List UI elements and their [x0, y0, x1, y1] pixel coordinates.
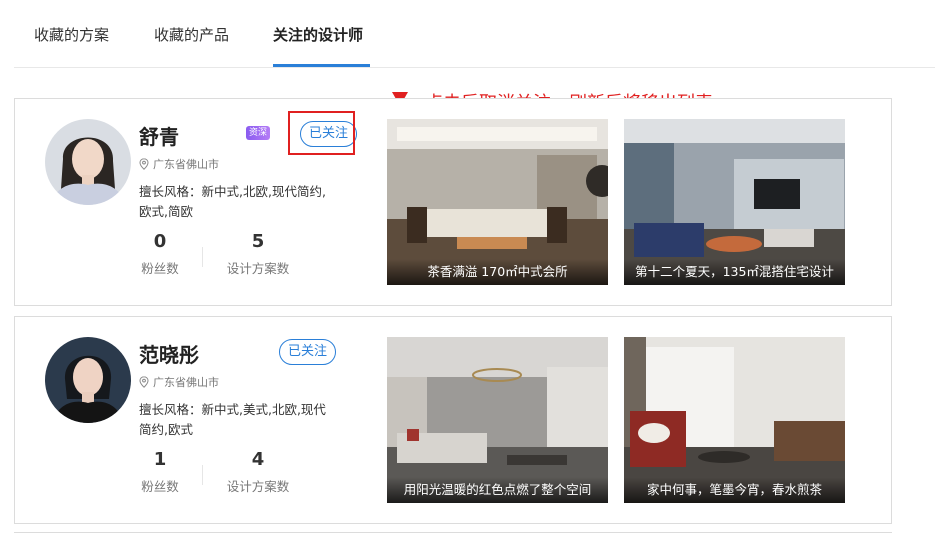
avatar[interactable]	[45, 337, 131, 423]
tab-bar: 收藏的方案 收藏的产品 关注的设计师	[14, 0, 935, 68]
fans-stat: 0 粉丝数	[139, 231, 181, 277]
tab-followed-designers[interactable]: 关注的设计师	[273, 24, 363, 45]
stat-divider	[202, 465, 203, 485]
designs-count: 4	[251, 449, 265, 470]
location-pin-icon	[139, 158, 149, 170]
active-tab-indicator	[273, 64, 370, 67]
project-caption[interactable]: 家中何事，笔墨今宵，春水煎茶	[624, 477, 845, 503]
tab-saved-plans[interactable]: 收藏的方案	[34, 24, 109, 45]
location-pin-icon	[139, 376, 149, 388]
location: 广东省佛山市	[139, 374, 219, 390]
designs-label: 设计方案数	[226, 479, 290, 494]
list-divider	[14, 532, 892, 533]
fans-label: 粉丝数	[141, 261, 179, 276]
design-styles: 擅长风格：新中式,北欧,现代简约,欧式,简欧	[139, 184, 326, 219]
design-styles: 擅长风格：新中式,美式,北欧,现代简约,欧式	[139, 402, 326, 437]
location-text: 广东省佛山市	[153, 376, 219, 389]
designer-name[interactable]: 舒青	[139, 121, 179, 150]
designs-count: 5	[251, 231, 265, 252]
avatar[interactable]	[45, 119, 131, 205]
location: 广东省佛山市	[139, 156, 219, 172]
designer-card: 范晓彤 已关注 广东省佛山市 擅长风格：新中式,美式,北欧,现代简约,欧式 1 …	[14, 316, 892, 524]
designs-stat: 4 设计方案数	[221, 449, 295, 495]
project-thumbnail[interactable]: 茶香满溢 170㎡中式会所	[387, 119, 608, 285]
fans-stat: 1 粉丝数	[139, 449, 181, 495]
stat-divider	[202, 247, 203, 267]
fans-count: 1	[153, 449, 167, 470]
annotation-highlight-box	[288, 111, 355, 155]
project-thumbnail[interactable]: 家中何事，笔墨今宵，春水煎茶	[624, 337, 845, 503]
senior-badge: 资深	[246, 126, 271, 140]
designer-name[interactable]: 范晓彤	[139, 339, 199, 368]
fans-count: 0	[153, 231, 167, 252]
project-thumbnail[interactable]: 第十二个夏天，135㎡混搭住宅设计	[624, 119, 845, 285]
designer-card: 舒青 资深 已关注 广东省佛山市 擅长风格：新中式,北欧,现代简约,欧式,简欧 …	[14, 98, 892, 306]
designs-label: 设计方案数	[226, 261, 290, 276]
project-caption[interactable]: 第十二个夏天，135㎡混搭住宅设计	[624, 259, 845, 285]
project-thumbnail[interactable]: 用阳光温暖的红色点燃了整个空间	[387, 337, 608, 503]
designs-stat: 5 设计方案数	[221, 231, 295, 277]
followed-button[interactable]: 已关注	[279, 339, 337, 365]
tab-saved-products[interactable]: 收藏的产品	[154, 24, 229, 45]
location-text: 广东省佛山市	[153, 158, 219, 171]
fans-label: 粉丝数	[141, 479, 179, 494]
project-caption[interactable]: 用阳光温暖的红色点燃了整个空间	[387, 477, 608, 503]
project-caption[interactable]: 茶香满溢 170㎡中式会所	[387, 259, 608, 285]
